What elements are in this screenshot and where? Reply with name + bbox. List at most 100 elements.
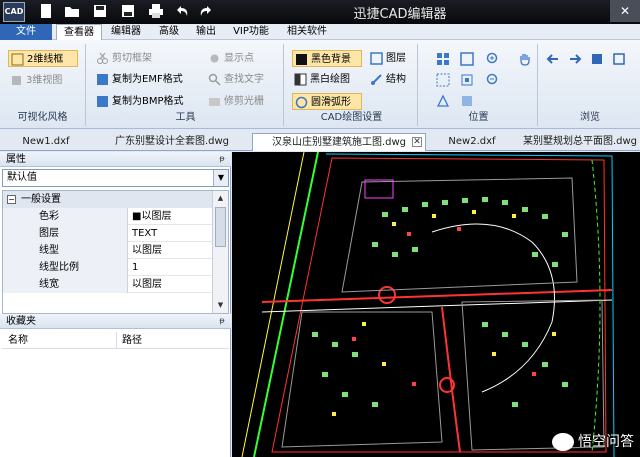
column-name[interactable]: 名称 [8, 332, 28, 349]
save-as-icon[interactable] [120, 3, 136, 19]
fit-to-window-icon[interactable] [436, 52, 450, 66]
property-value[interactable]: 以图层 [129, 242, 213, 259]
scissors-icon [96, 52, 109, 65]
wireframe-2d-label: 2维线框 [27, 54, 64, 65]
ribbon-group-label: 浏览 [580, 112, 600, 123]
points-icon [208, 52, 221, 65]
black-white-icon [294, 73, 307, 86]
layers-button[interactable]: 图层 [368, 50, 414, 67]
property-name: 线型 [3, 242, 128, 259]
house-clusters [312, 197, 568, 407]
view-3d-button[interactable]: 3维视图 [8, 72, 78, 89]
pan-hand-icon[interactable] [518, 52, 532, 66]
tab-hanquan-villa-label: 汉泉山庄别墅建筑施工图.dwg [271, 137, 407, 148]
ribbon-group-tools: 剪切框架 复制为EMF格式 复制为BMP格式 显示点 查找文字 修剪光栅 工具 [88, 44, 284, 126]
layers-icon [370, 52, 383, 65]
tab-guangdong-villa[interactable]: 广东别墅设计全套图.dwg [92, 133, 252, 151]
arrow-left-icon[interactable] [546, 52, 560, 66]
tab-new2[interactable]: New2.dxf [432, 133, 512, 151]
close-tab-icon[interactable]: ✕ [412, 137, 422, 147]
black-background-button[interactable]: 黑色背景 [292, 50, 362, 67]
show-points-button[interactable]: 显示点 [206, 50, 280, 67]
properties-selector[interactable]: 默认值 ▼ [2, 169, 229, 187]
view-angle-icon[interactable] [460, 94, 474, 108]
zoom-window-icon[interactable] [436, 73, 450, 87]
section-general[interactable]: − 一般设置 [3, 191, 213, 208]
arrow-right-icon[interactable] [568, 52, 582, 66]
tab-new1[interactable]: New1.dxf [6, 133, 86, 151]
copy-bmp-button[interactable]: 复制为BMP格式 [94, 93, 200, 110]
chevron-down-icon[interactable]: ▼ [213, 170, 228, 186]
menu-editor[interactable]: 编辑器 [104, 24, 148, 40]
close-window-button[interactable]: ✕ [610, 0, 640, 22]
new-file-icon[interactable] [38, 3, 54, 19]
structure-button[interactable]: 结构 [368, 71, 414, 88]
open-folder-icon[interactable] [64, 3, 80, 19]
zoom-extents-icon[interactable] [460, 52, 474, 66]
property-name: 色彩 [3, 208, 128, 225]
redo-icon[interactable] [198, 3, 214, 19]
title-bar: CAD 迅捷CAD编辑器 ✕ [0, 0, 640, 24]
property-name: 图层 [3, 225, 128, 242]
collapse-icon[interactable]: − [7, 195, 16, 204]
find-text-button[interactable]: 查找文字 [206, 71, 280, 88]
undo-icon[interactable] [174, 3, 190, 19]
column-path[interactable]: 路径 [122, 332, 142, 349]
zoom-previous-icon[interactable] [460, 73, 474, 87]
menu-file[interactable]: 文件 [0, 24, 52, 40]
smooth-arc-button[interactable]: 圆滑弧形 [292, 93, 362, 110]
menu-output[interactable]: 输出 [190, 24, 222, 40]
zoom-out-icon[interactable] [486, 73, 500, 87]
property-value[interactable]: 1 [129, 259, 213, 276]
property-row[interactable]: 色彩 ■以图层 [3, 208, 213, 225]
properties-selector-value: 默认值 [7, 172, 37, 183]
favorites-title: 收藏夹 [6, 316, 36, 327]
save-icon[interactable] [92, 3, 108, 19]
property-row[interactable]: 线型 以图层 [3, 242, 213, 259]
watermark: 悟空问答 [552, 433, 634, 451]
menu-related-software[interactable]: 相关软件 [280, 24, 334, 40]
watermark-text: 悟空问答 [578, 434, 634, 450]
trim-raster-label: 修剪光栅 [224, 96, 264, 107]
menu-viewer[interactable]: 查看器 [56, 24, 102, 40]
pin-icon[interactable]: ᵽ [217, 154, 227, 164]
property-name: 线宽 [3, 276, 128, 293]
outer-road [325, 153, 615, 457]
copy-emf-button[interactable]: 复制为EMF格式 [94, 71, 200, 88]
ribbon-group-label: 工具 [175, 112, 196, 123]
view-3d-label: 3维视图 [26, 75, 63, 86]
save-view-icon[interactable] [590, 52, 604, 66]
road-line [241, 152, 305, 457]
restore-view-icon[interactable] [612, 52, 626, 66]
pin-icon[interactable]: ᵽ [217, 316, 227, 326]
black-white-drawing-button[interactable]: 黑白绘图 [292, 71, 362, 88]
property-value[interactable]: 以图层 [129, 276, 213, 293]
clip-frame-label: 剪切框架 [112, 53, 152, 64]
ribbon-group-label: 位置 [468, 112, 489, 123]
wireframe-2d-button[interactable]: 2维线框 [8, 50, 78, 67]
tab-hanquan-villa[interactable]: 汉泉山庄别墅建筑施工图.dwg ✕ [252, 133, 426, 151]
scroll-thumb[interactable] [215, 207, 226, 247]
cad-drawing [241, 152, 615, 457]
drawing-canvas[interactable]: 悟空问答 [232, 152, 640, 457]
scroll-down-icon[interactable]: ▼ [214, 299, 227, 312]
tab-villa-plan[interactable]: 某别墅规划总平面图.dwg [520, 133, 640, 151]
property-row[interactable]: 图层 TEXT [3, 225, 213, 242]
property-value[interactable]: ■以图层 [129, 208, 213, 225]
property-row[interactable]: 线型比例 1 [3, 259, 213, 276]
property-row[interactable]: 线宽 以图层 [3, 276, 213, 293]
menu-advanced[interactable]: 高级 [152, 24, 186, 40]
properties-title: 属性 [6, 154, 26, 165]
print-icon[interactable] [148, 3, 164, 19]
favorites-column-header: 名称 路径 [2, 332, 229, 349]
view-3d-orbit-icon[interactable] [436, 94, 450, 108]
properties-scrollbar[interactable]: ▲ ▼ [212, 191, 228, 313]
find-text-label: 查找文字 [224, 74, 264, 85]
scroll-up-icon[interactable]: ▲ [214, 192, 227, 205]
zoom-in-icon[interactable] [486, 52, 500, 66]
trim-raster-button[interactable]: 修剪光栅 [206, 93, 280, 110]
menu-vip[interactable]: VIP功能 [226, 24, 276, 40]
property-value[interactable]: TEXT [129, 225, 213, 242]
clip-frame-button[interactable]: 剪切框架 [94, 50, 190, 67]
bmp-icon [96, 95, 109, 108]
